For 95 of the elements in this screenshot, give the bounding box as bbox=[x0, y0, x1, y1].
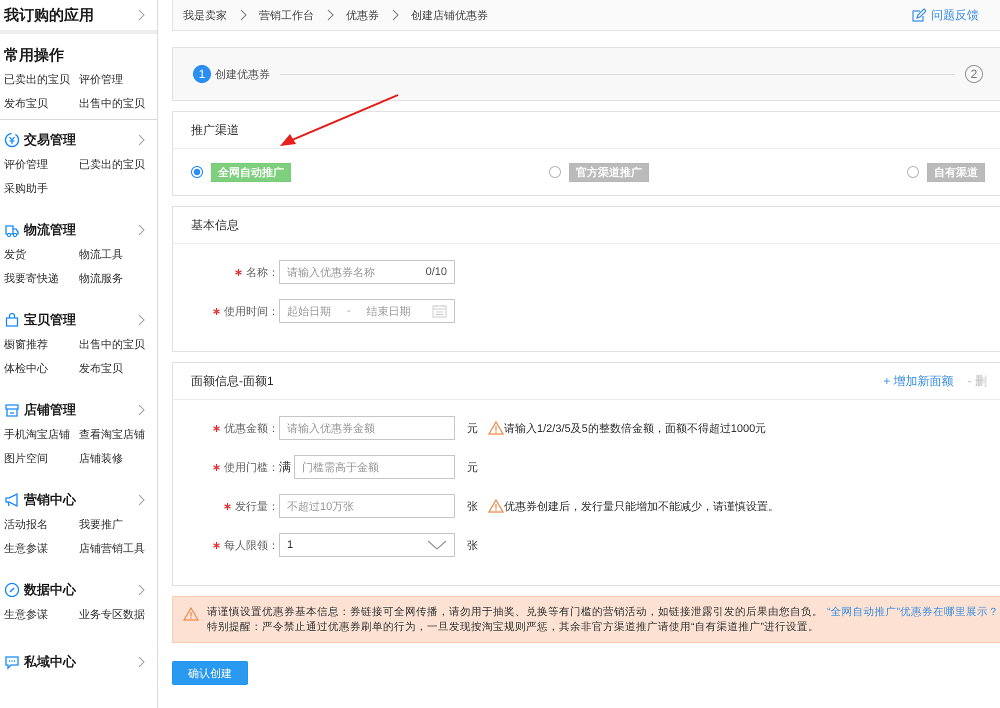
section-title[interactable]: 宝贝管理 bbox=[24, 311, 133, 329]
breadcrumb-link[interactable]: 优惠券 bbox=[346, 8, 379, 22]
end-date-placeholder: 结束日期 bbox=[366, 304, 411, 318]
sidebar-link[interactable]: 评价管理 bbox=[79, 71, 157, 89]
placeholder-text: 请输入优惠券名称 bbox=[287, 266, 376, 280]
edit-icon bbox=[911, 8, 926, 22]
sidebar-link[interactable]: 发布宝贝 bbox=[4, 95, 79, 113]
sidebar-link[interactable]: 物流服务 bbox=[79, 270, 157, 288]
placeholder-text: 不超过10万张 bbox=[287, 500, 356, 514]
sidebar-link[interactable]: 查看淘宝店铺 bbox=[79, 426, 157, 444]
unit-label: 张 bbox=[467, 538, 478, 552]
character-counter: 0/10 bbox=[426, 266, 447, 278]
chevron-icon bbox=[137, 584, 145, 596]
section-title[interactable]: 私域中心 bbox=[24, 653, 133, 671]
placeholder-text: 请输入优惠券金额 bbox=[287, 422, 376, 436]
sidebar-link[interactable]: 评价管理 bbox=[4, 156, 79, 174]
sidebar-link[interactable]: 出售中的宝贝 bbox=[79, 336, 157, 354]
sidebar-heading: 常用操作 bbox=[4, 46, 65, 65]
sidebar-title: 我订购的应用 bbox=[4, 6, 94, 24]
date-separator: - bbox=[347, 305, 351, 317]
unit-label: 张 bbox=[467, 500, 478, 514]
start-date-placeholder: 起始日期 bbox=[287, 304, 331, 318]
chevron-icon bbox=[137, 656, 145, 668]
unit-label: 元 bbox=[467, 460, 478, 474]
section-title[interactable]: 营销中心 bbox=[24, 491, 133, 509]
sidebar-link[interactable]: 发布宝贝 bbox=[79, 360, 157, 378]
hint-text: 优惠券创建后，发行量只能增加不能减少，请谨慎设置。 bbox=[504, 500, 779, 514]
sidebar-link[interactable]: 已卖出的宝贝 bbox=[79, 156, 157, 174]
radio-button[interactable] bbox=[191, 166, 203, 178]
chevron-icon bbox=[391, 9, 399, 21]
sidebar-link[interactable]: 店铺装修 bbox=[79, 450, 157, 468]
warning-icon bbox=[183, 607, 199, 621]
sidebar-link[interactable]: 物流工具 bbox=[79, 246, 157, 264]
unit-label: 元 bbox=[467, 422, 478, 436]
chevron-icon bbox=[137, 134, 145, 146]
calendar-icon bbox=[432, 304, 447, 318]
breadcrumb-link[interactable]: 我是卖家 bbox=[183, 8, 227, 22]
sidebar-link[interactable]: 采购助手 bbox=[4, 180, 79, 198]
sidebar-link[interactable]: 活动报名 bbox=[4, 516, 79, 534]
chevron-down-icon bbox=[427, 539, 447, 551]
sidebar-link[interactable]: 我要寄快递 bbox=[4, 270, 79, 288]
chevron-icon bbox=[239, 9, 247, 21]
select-field[interactable]: 1 bbox=[279, 533, 455, 557]
sidebar-link[interactable]: 生意参谋 bbox=[4, 540, 79, 558]
placeholder-text: 门槛需高于金额 bbox=[302, 460, 380, 474]
chevron-icon bbox=[137, 314, 145, 326]
sidebar-link[interactable]: 已卖出的宝贝 bbox=[4, 71, 79, 89]
warning-icon bbox=[488, 499, 504, 513]
section-title[interactable]: 交易管理 bbox=[24, 131, 133, 149]
step-number: 1 bbox=[193, 65, 211, 83]
step-label: 创建优惠券 bbox=[215, 68, 270, 82]
section-title[interactable]: 数据中心 bbox=[24, 581, 133, 599]
warning-icon bbox=[488, 421, 504, 435]
field-label: 优惠金额： bbox=[224, 422, 279, 436]
radio-button[interactable] bbox=[549, 166, 561, 178]
breadcrumb-link[interactable]: 营销工作台 bbox=[259, 8, 314, 22]
field-label: 使用门槛： bbox=[224, 460, 279, 474]
megaphone-icon bbox=[4, 492, 20, 508]
bag-icon bbox=[4, 312, 20, 328]
card-title: 推广渠道 bbox=[191, 122, 239, 138]
sidebar-link[interactable]: 出售中的宝贝 bbox=[79, 95, 157, 113]
field-label: 每人限领： bbox=[224, 538, 279, 552]
section-title[interactable]: 店铺管理 bbox=[24, 401, 133, 419]
field-label: 使用时间： bbox=[224, 304, 279, 318]
notice-text: 特别提醒：严令禁止通过优惠券刷单的行为，一旦发现按淘宝规则严惩，其余非官方渠道推广请使用“自有渠道推广”进行设置。 bbox=[207, 620, 820, 634]
sidebar-link[interactable]: 我要推广 bbox=[79, 516, 157, 534]
sidebar-link[interactable]: 手机淘宝店铺 bbox=[4, 426, 79, 444]
notice-text: 请谨慎设置优惠券基本信息：券链接可全网传播，请勿用于抽奖、兑换等有门槛的营销活动，如链接泄露引发的后果由您自负。 bbox=[207, 606, 823, 618]
field-prefix: 满 bbox=[279, 458, 290, 476]
sidebar-link[interactable]: 体检中心 bbox=[4, 360, 79, 378]
card-title: 基本信息 bbox=[191, 216, 239, 234]
compass-icon bbox=[4, 582, 20, 598]
chevron-icon bbox=[137, 404, 145, 416]
sidebar-link[interactable]: 发货 bbox=[4, 246, 79, 264]
sidebar-link[interactable]: 店铺营销工具 bbox=[79, 540, 157, 558]
chat-icon bbox=[4, 654, 20, 670]
field-label: 名称： bbox=[246, 266, 279, 280]
step-number: 2 bbox=[965, 65, 983, 83]
yen-icon bbox=[4, 132, 20, 148]
section-title[interactable]: 物流管理 bbox=[24, 221, 133, 239]
field-label: 发行量： bbox=[235, 500, 279, 514]
card-title: 面额信息-面额1 bbox=[191, 372, 274, 390]
radio-button[interactable] bbox=[907, 166, 919, 178]
store-icon bbox=[4, 402, 20, 418]
sidebar-link[interactable]: 橱窗推荐 bbox=[4, 336, 79, 354]
sidebar-link[interactable]: 生意参谋 bbox=[4, 606, 79, 624]
chevron-icon bbox=[137, 9, 145, 21]
chevron-icon bbox=[137, 494, 145, 506]
chevron-icon bbox=[137, 224, 145, 236]
chevron-icon bbox=[326, 9, 334, 21]
input-field[interactable]: 请输入优惠券名称 0/10 bbox=[279, 260, 455, 284]
sidebar-link[interactable]: 业务专区数据 bbox=[79, 606, 157, 624]
breadcrumb-link[interactable]: 创建店铺优惠券 bbox=[411, 8, 488, 22]
sidebar-link[interactable]: 图片空间 bbox=[4, 450, 79, 468]
hint-text: 请输入1/2/3/5及5的整数倍金额，面额不得超过1000元 bbox=[504, 422, 766, 436]
